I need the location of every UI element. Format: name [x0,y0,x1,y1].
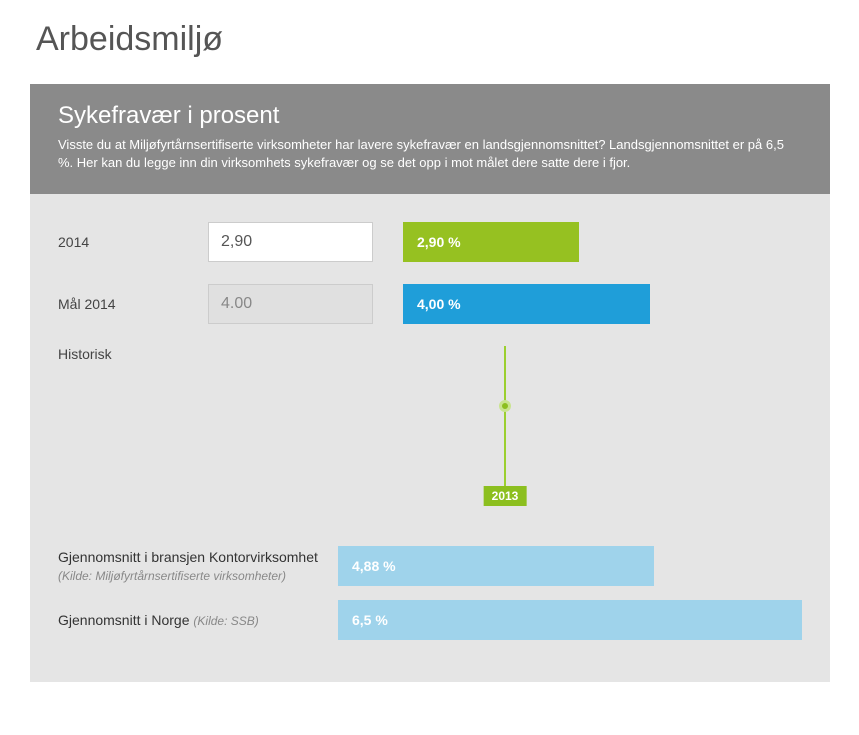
historic-year-badge: 2013 [484,486,527,506]
historic-point-icon [499,400,511,412]
label-avg-industry-main: Gjennomsnitt i bransjen Kontorvirksomhet [58,549,318,565]
label-avg-national: Gjennomsnitt i Norge (Kilde: SSB) [58,611,338,630]
label-current-year: 2014 [58,234,208,250]
bar-goal: 4,00 % [403,284,650,324]
panel-header: Sykefravær i prosent Visste du at Miljøf… [30,84,830,194]
historic-line [504,346,506,486]
row-historic: Historisk 2013 [58,346,802,516]
label-avg-industry-source: (Kilde: Miljøfyrtårnsertifiserte virksom… [58,569,286,583]
bar-track-goal: 4,00 % [403,284,802,324]
page-title: Arbeidsmiljø [36,20,829,59]
input-current-year[interactable] [208,222,373,262]
historic-chart: 2013 [208,346,802,516]
row-goal: Mål 2014 4,00 % [58,284,802,324]
bar-track-current: 2,90 % [403,222,802,262]
label-goal: Mål 2014 [58,296,208,312]
panel-body: 2014 2,90 % Mål 2014 4,00 % Historisk 20… [30,194,830,682]
panel-description: Visste du at Miljøfyrtårnsertifiserte vi… [58,136,802,172]
row-avg-industry: Gjennomsnitt i bransjen Kontorvirksomhet… [58,546,802,586]
label-avg-national-main: Gjennomsnitt i Norge [58,612,193,628]
panel-title: Sykefravær i prosent [58,102,802,130]
label-avg-national-source: (Kilde: SSB) [193,614,258,628]
row-current-year: 2014 2,90 % [58,222,802,262]
bar-track-avg-industry: 4,88 % [338,546,802,586]
row-avg-national: Gjennomsnitt i Norge (Kilde: SSB) 6,5 % [58,600,802,640]
label-avg-industry: Gjennomsnitt i bransjen Kontorvirksomhet… [58,548,338,585]
input-goal [208,284,373,324]
bar-current-year: 2,90 % [403,222,579,262]
bar-track-avg-national: 6,5 % [338,600,802,640]
label-historic: Historisk [58,346,208,362]
sykefravaer-panel: Sykefravær i prosent Visste du at Miljøf… [30,84,830,682]
bar-avg-national: 6,5 % [338,600,802,640]
bar-avg-industry: 4,88 % [338,546,654,586]
